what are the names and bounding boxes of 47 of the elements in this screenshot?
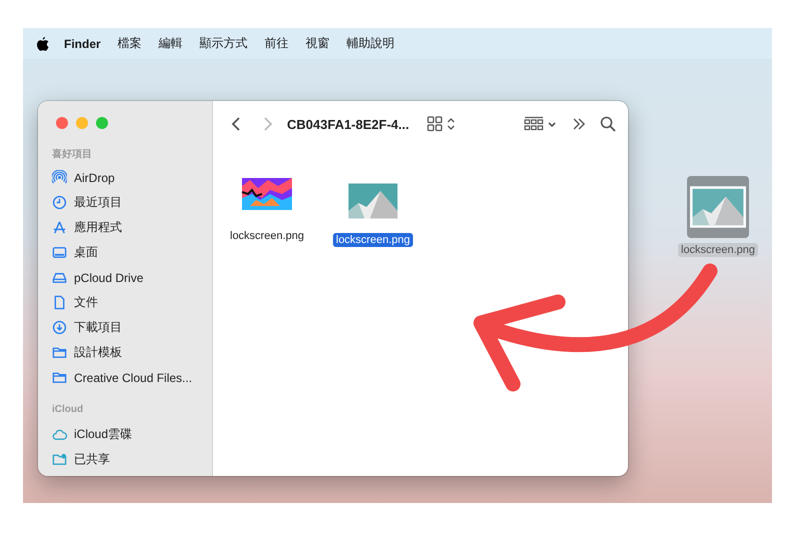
menu-item[interactable]: 視窗 bbox=[306, 35, 330, 52]
sidebar-item[interactable]: 桌面 bbox=[52, 240, 202, 265]
image-thumbnail bbox=[240, 176, 294, 212]
shared-folder-icon bbox=[52, 452, 67, 467]
drive-icon bbox=[52, 270, 67, 285]
sidebar-item[interactable]: 應用程式 bbox=[52, 215, 202, 240]
app-menu[interactable]: Finder bbox=[64, 36, 101, 50]
download-icon bbox=[52, 320, 67, 335]
apple-logo-icon[interactable] bbox=[37, 36, 49, 50]
back-icon[interactable] bbox=[231, 116, 241, 132]
group-icon[interactable] bbox=[524, 116, 558, 132]
icon-view-icon[interactable] bbox=[427, 116, 458, 132]
menu-item[interactable]: 前往 bbox=[264, 35, 289, 52]
sidebar-item[interactable]: 下載項目 bbox=[52, 315, 202, 340]
image-thumbnail bbox=[690, 186, 746, 228]
document-icon bbox=[52, 295, 67, 310]
sidebar-item[interactable]: pCloud Drive bbox=[52, 265, 202, 290]
file-name: lockscreen.png bbox=[229, 229, 305, 243]
file-name: lockscreen.png bbox=[333, 233, 413, 247]
file-name: lockscreen.png bbox=[678, 243, 758, 257]
sidebar-item[interactable]: 設計模板 bbox=[52, 340, 202, 365]
more-chevrons-icon[interactable] bbox=[572, 117, 586, 131]
sidebar-item[interactable]: 文件 bbox=[52, 290, 202, 315]
monitor-icon bbox=[52, 245, 67, 260]
folder-icon bbox=[52, 345, 67, 360]
sidebar-heading: 喜好項目 bbox=[52, 148, 93, 161]
menu-item[interactable]: 輔助說明 bbox=[346, 35, 395, 52]
window-title: CB043FA1-8E2F-4... bbox=[287, 116, 410, 132]
sidebar-item[interactable]: AirDrop bbox=[52, 165, 202, 190]
menu-item[interactable]: 顯示方式 bbox=[200, 35, 248, 52]
dragged-file-icon[interactable] bbox=[687, 176, 749, 238]
menu-item[interactable]: 編輯 bbox=[158, 35, 183, 52]
sidebar-item[interactable]: iCloud雲碟 bbox=[52, 422, 202, 447]
file-item[interactable]: lockscreen.png bbox=[227, 169, 307, 243]
sidebar-heading: iCloud bbox=[52, 404, 84, 417]
cloud-icon bbox=[52, 427, 67, 442]
menu-item[interactable]: 檔案 bbox=[118, 35, 142, 52]
app-store-icon bbox=[52, 220, 67, 235]
file-item[interactable]: lockscreen.png bbox=[333, 177, 413, 247]
sidebar-item[interactable]: Creative Cloud Files... bbox=[52, 365, 202, 390]
search-icon[interactable] bbox=[600, 116, 616, 132]
clock-icon bbox=[52, 195, 67, 210]
airdrop-icon bbox=[52, 170, 67, 185]
image-thumbnail bbox=[346, 181, 400, 221]
folder-icon bbox=[52, 370, 67, 385]
sidebar-item[interactable]: 已共享 bbox=[52, 447, 202, 472]
sidebar-item[interactable]: 最近項目 bbox=[52, 190, 202, 215]
